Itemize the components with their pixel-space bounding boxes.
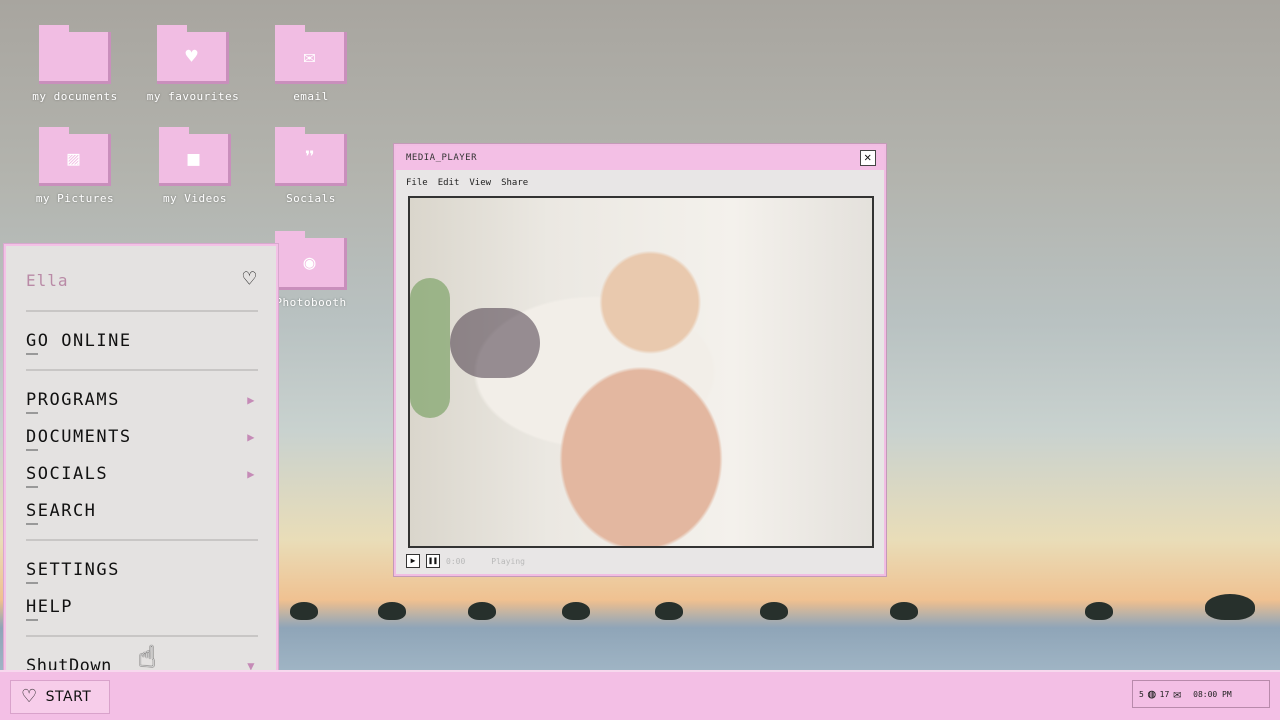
menu-edit[interactable]: Edit [438,178,460,188]
menu-file[interactable]: File [406,178,428,188]
taskbar: ♡ START 5 ◍ 17 ✉ 08:00 PM [0,670,1280,720]
pause-icon: ❚❚ [428,556,438,565]
menu-item-search[interactable]: SEARCH [26,492,256,529]
video-content-sleeve [450,308,540,378]
media-player-window[interactable]: MEDIA_PLAYER ✕ File Edit View Share ▶ ❚❚… [394,144,886,576]
chevron-right-icon: ▶ [247,429,256,444]
divider [26,539,258,541]
menu-item-documents[interactable]: DOCUMENTS ▶ [26,418,256,455]
desktop-icon-my-videos[interactable]: ■ my Videos [140,127,250,205]
menu-item-label: SETTINGS [26,559,120,580]
chevron-right-icon: ▶ [247,466,256,481]
menu-item-label: DOCUMENTS [26,426,132,447]
menu-item-go-online[interactable]: GO ONLINE [26,322,256,359]
menu-item-label: SEARCH [26,500,97,521]
picture-folder-icon: ▨ [39,127,111,186]
quote-folder-icon: ❞ [275,127,347,186]
video-folder-icon: ■ [159,127,231,186]
tree-silhouette [1205,594,1255,620]
chevron-right-icon: ▶ [247,392,256,407]
tray-count-network: 5 [1139,689,1144,699]
divider [26,635,258,637]
user-name: Ella [26,270,69,290]
desktop-icon-my-favourites[interactable]: ♥ my favourites [138,25,248,103]
desktop-icon-socials[interactable]: ❞ Socials [256,127,366,205]
menu-view[interactable]: View [469,178,491,188]
globe-icon[interactable]: ◍ [1148,687,1156,702]
tree-silhouette [468,602,496,620]
menu-item-label: PROGRAMS [26,389,120,410]
clock: 08:00 PM [1193,689,1232,699]
tree-silhouette [290,602,318,620]
desktop-icon-my-documents[interactable]: my documents [20,25,130,103]
play-button[interactable]: ▶ [406,554,420,568]
menu-item-label: HELP [26,596,73,617]
start-button[interactable]: ♡ START [10,680,110,714]
tray-count-mail: 17 [1159,689,1170,699]
menu-item-help[interactable]: HELP [26,588,256,625]
tree-silhouette [378,602,406,620]
media-player-menubar: File Edit View Share [396,170,884,196]
media-controls: ▶ ❚❚ 0:00 Playing [406,554,525,568]
heart-folder-icon: ♥ [157,25,229,84]
start-label: START [45,689,92,705]
play-icon: ▶ [410,556,416,565]
video-frame[interactable] [408,196,874,548]
camera-folder-icon: ◉ [275,231,347,290]
menu-item-programs[interactable]: PROGRAMS ▶ [26,381,256,418]
tree-silhouette [890,602,918,620]
tree-silhouette [1085,602,1113,620]
playback-status: Playing [491,556,525,566]
envelope-icon: ✉ [275,25,347,84]
desktop-icon-email[interactable]: ✉ email [256,25,366,103]
menu-share[interactable]: Share [501,178,528,188]
system-tray: 5 ◍ 17 ✉ 08:00 PM [1132,680,1270,708]
tree-silhouette [760,602,788,620]
menu-item-socials[interactable]: SOCIALS ▶ [26,455,256,492]
folder-icon [39,25,111,84]
heart-icon: ♡ [242,267,256,292]
close-icon: ✕ [864,150,872,164]
desktop-icon-my-pictures[interactable]: ▨ my Pictures [20,127,130,205]
close-button[interactable]: ✕ [860,150,876,166]
menu-item-settings[interactable]: SETTINGS [26,551,256,588]
start-menu: Ella ♡ GO ONLINE PROGRAMS ▶ DOCUMENTS ▶ … [4,244,278,680]
divider [26,310,258,312]
video-content-plant [410,278,450,418]
media-player-titlebar[interactable]: MEDIA_PLAYER ✕ [396,146,884,170]
pause-button[interactable]: ❚❚ [426,554,440,568]
divider [26,369,258,371]
tree-silhouette [562,602,590,620]
playback-time: 0:00 [446,556,466,566]
menu-item-label: SOCIALS [26,463,109,484]
heart-icon: ♡ [21,686,38,707]
menu-item-label: GO ONLINE [26,330,132,351]
user-header: Ella ♡ [26,260,256,300]
window-title: MEDIA_PLAYER [406,153,478,163]
tree-silhouette [655,602,683,620]
envelope-icon[interactable]: ✉ [1173,687,1181,702]
